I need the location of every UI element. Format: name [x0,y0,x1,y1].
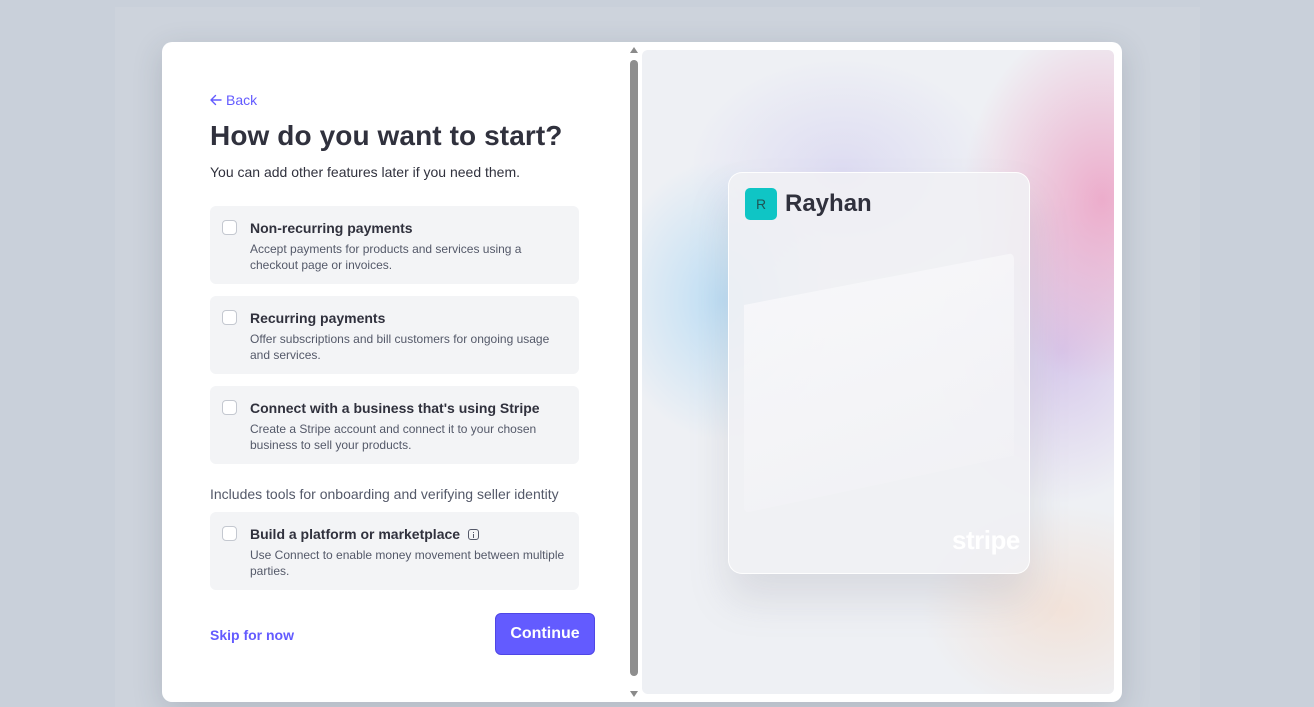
vertical-scrollbar[interactable] [628,42,640,702]
options-pane: Back How do you want to start? You can a… [162,42,628,702]
avatar: R [745,188,777,220]
scroll-down-arrow-icon[interactable] [630,691,638,697]
stripe-logo: stripe [952,525,1020,555]
checkbox[interactable] [222,400,237,415]
option-description: Accept payments for products and service… [250,242,522,272]
option-description: Use Connect to enable money movement bet… [250,548,565,578]
preview-card: R Rayhan stripe [728,172,1030,574]
checkbox[interactable] [222,220,237,235]
section-note: Includes tools for onboarding and verify… [210,486,559,502]
option-recurring-payments[interactable]: Recurring payments Offer subscriptions a… [210,296,579,374]
option-title: Non-recurring payments [250,220,413,236]
option-title: Connect with a business that's using Str… [250,400,540,416]
back-link[interactable]: Back [210,92,257,108]
page-title: How do you want to start? [210,120,563,151]
scroll-up-arrow-icon[interactable] [630,47,638,53]
checkbox[interactable] [222,310,237,325]
option-description: Create a Stripe account and connect it t… [250,422,537,452]
arrow-left-icon [210,94,222,106]
option-platform-marketplace[interactable]: Build a platform or marketplace Use Conn… [210,512,579,590]
page-subtitle: You can add other features later if you … [210,164,521,180]
onboarding-modal: Back How do you want to start? You can a… [162,42,1122,702]
scroll-thumb[interactable] [630,60,638,676]
account-preview: R Rayhan stripe [642,50,1114,694]
card-placeholder-panel [744,253,1014,513]
skip-for-now-link[interactable]: Skip for now [210,627,294,643]
info-icon[interactable] [468,528,480,540]
option-connect-business[interactable]: Connect with a business that's using Str… [210,386,579,464]
option-title-text: Build a platform or marketplace [250,526,461,542]
option-non-recurring-payments[interactable]: Non-recurring payments Accept payments f… [210,206,579,284]
option-title: Build a platform or marketplace [250,526,480,542]
continue-button[interactable]: Continue [495,613,595,655]
checkbox[interactable] [222,526,237,541]
business-name: Rayhan [785,190,872,217]
back-label: Back [226,92,258,108]
option-title: Recurring payments [250,310,386,326]
option-description: Offer subscriptions and bill customers f… [250,332,550,362]
